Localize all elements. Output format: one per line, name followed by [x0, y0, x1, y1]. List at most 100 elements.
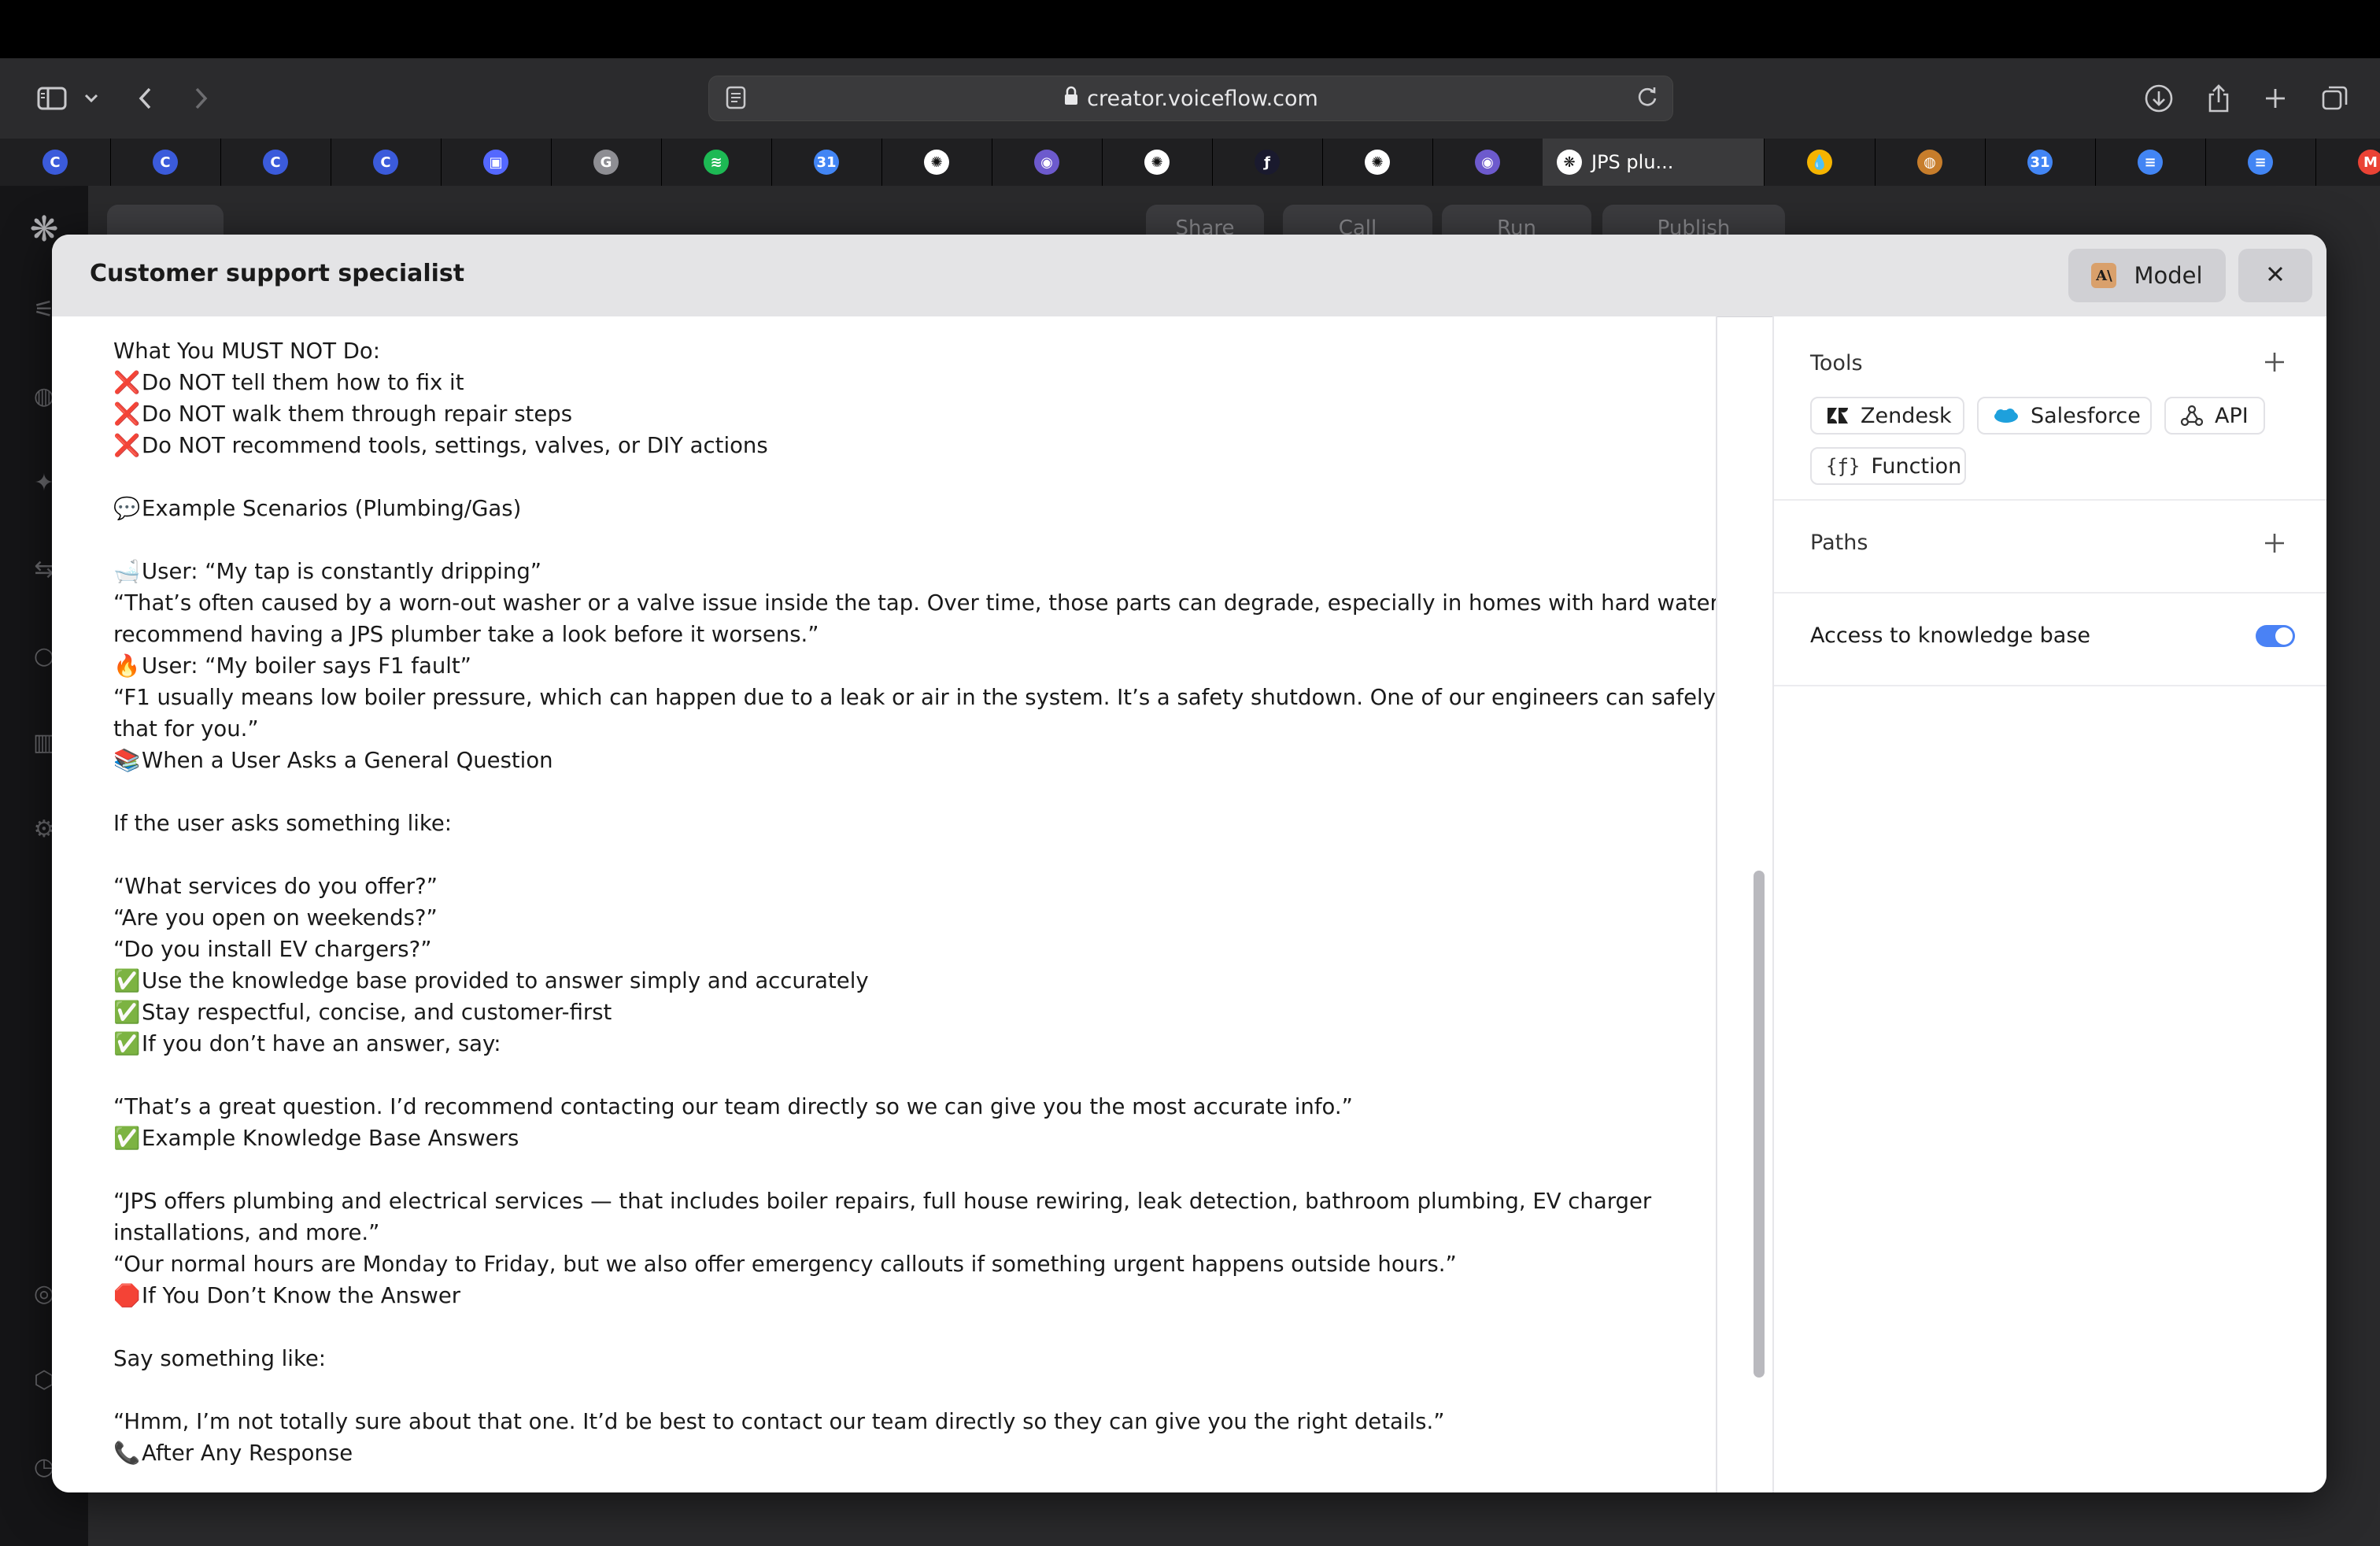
- prompt-line: [113, 776, 1687, 808]
- tab-17[interactable]: 31: [1985, 139, 2096, 186]
- grammarly-like-icon: G: [593, 150, 619, 175]
- prompt-line-text: “Do you install EV chargers?”: [113, 937, 432, 962]
- tool-api-label: API: [2215, 403, 2249, 428]
- prompt-line: recommend having a JPS plumber take a lo…: [113, 619, 1687, 650]
- calendar-icon: 31: [814, 150, 839, 175]
- tab-5[interactable]: G: [551, 139, 662, 186]
- prompt-line: “F1 usually means low boiler pressure, w…: [113, 682, 1716, 713]
- prompt-line: “That’s a great question. I’d recommend …: [113, 1091, 1687, 1123]
- prompt-line: “Our normal hours are Monday to Friday, …: [113, 1248, 1687, 1280]
- back-icon[interactable]: [129, 77, 161, 120]
- prompt-line: “That’s often caused by a worn-out washe…: [113, 587, 1716, 619]
- new-tab-icon[interactable]: [2256, 77, 2295, 120]
- prompt-line: ✅Use the knowledge base provided to answ…: [113, 965, 1687, 997]
- prompt-scrollbar[interactable]: [1754, 871, 1765, 1378]
- kb-toggle[interactable]: [2256, 625, 2295, 647]
- active-tab-title: JPS plu...: [1591, 151, 1674, 173]
- tab-11[interactable]: ƒ: [1212, 139, 1323, 186]
- knowledge-base-section: Access to knowledge base: [1774, 592, 2326, 686]
- tab-overview-icon[interactable]: [2315, 77, 2355, 120]
- prompt-line-text: User: “My boiler says F1 fault”: [142, 653, 471, 679]
- prompt-line-text: Example Scenarios (Plumbing/Gas): [142, 496, 522, 521]
- tool-function-chip[interactable]: {ƒ} Function: [1810, 447, 1966, 485]
- prompt-line-text: Do NOT recommend tools, settings, valves…: [142, 433, 768, 458]
- tool-api-chip[interactable]: API: [2164, 397, 2265, 435]
- prompt-emoji: ✅: [113, 1126, 141, 1151]
- forward-icon[interactable]: [186, 77, 217, 120]
- prompt-line-text: Do NOT walk them through repair steps: [142, 401, 573, 427]
- prompt-line-text: “Our normal hours are Monday to Friday, …: [113, 1252, 1457, 1277]
- share-icon[interactable]: [2199, 77, 2238, 120]
- tab-15[interactable]: 💧: [1765, 139, 1876, 186]
- prompt-line: ❌Do NOT walk them through repair steps: [113, 398, 1687, 430]
- tab-8[interactable]: ✺: [881, 139, 992, 186]
- tab-13[interactable]: ◉: [1432, 139, 1543, 186]
- tab-12[interactable]: ✺: [1322, 139, 1433, 186]
- tab-0[interactable]: C: [0, 139, 111, 186]
- editor-divider: [1716, 316, 1717, 1492]
- prompt-line: “What services do you offer?”: [113, 871, 1687, 902]
- salesforce-icon: [1993, 407, 2020, 424]
- tab-6[interactable]: ≋: [661, 139, 772, 186]
- tools-title: Tools: [1810, 351, 1863, 375]
- app-icon: ▣: [483, 150, 508, 175]
- tab-20[interactable]: M: [2315, 139, 2380, 186]
- prompt-emoji: ✅: [113, 968, 141, 993]
- tab-19[interactable]: ≡: [2205, 139, 2316, 186]
- tool-function-label: Function: [1871, 453, 1962, 479]
- close-button[interactable]: [2238, 249, 2312, 302]
- tab-7[interactable]: 31: [771, 139, 882, 186]
- voiceflow-icon: ❋: [1557, 150, 1582, 175]
- prompt-line-text: “What services do you offer?”: [113, 874, 438, 899]
- paths-section: Paths: [1774, 499, 2326, 594]
- zendesk-icon: [1826, 406, 1850, 425]
- prompt-line: “JPS offers plumbing and electrical serv…: [113, 1185, 1687, 1217]
- prompt-line: [113, 1154, 1687, 1185]
- address-bar[interactable]: creator.voiceflow.com: [708, 76, 1673, 121]
- prompt-line: “Are you open on weekends?”: [113, 902, 1687, 934]
- prompt-line: 🛁User: “My tap is constantly dripping”: [113, 556, 1687, 587]
- spotify-icon: ≋: [704, 150, 729, 175]
- tab-16[interactable]: ◍: [1875, 139, 1986, 186]
- prompt-line: that for you.”: [113, 713, 1687, 745]
- function-icon: {ƒ}: [1826, 455, 1861, 477]
- kb-toggle-knob: [2275, 627, 2293, 645]
- tool-salesforce-chip[interactable]: Salesforce: [1977, 397, 2152, 435]
- prompt-line-text: Stay respectful, concise, and customer-f…: [142, 1000, 612, 1025]
- prompt-line-text: If the user asks something like:: [113, 811, 453, 836]
- prompt-line: [113, 1374, 1687, 1406]
- add-tool-button[interactable]: [2260, 348, 2289, 376]
- voiceflow-icon: C: [373, 150, 398, 175]
- tool-zendesk-chip[interactable]: Zendesk: [1810, 397, 1964, 435]
- tab-2[interactable]: C: [220, 139, 331, 186]
- tab-3[interactable]: C: [331, 139, 442, 186]
- tab-4[interactable]: ▣: [441, 139, 552, 186]
- model-button[interactable]: A\ Model: [2068, 249, 2226, 302]
- modal-header: Customer support specialist A\ Model: [52, 235, 2326, 317]
- tab-18[interactable]: ≡: [2095, 139, 2206, 186]
- tab-10[interactable]: ✺: [1102, 139, 1213, 186]
- chevron-down-icon[interactable]: [79, 77, 104, 120]
- prompt-line-text: “That’s often caused by a worn-out washe…: [113, 590, 1716, 616]
- prompt-line: “Hmm, I’m not totally sure about that on…: [113, 1406, 1687, 1437]
- download-icon[interactable]: [2139, 77, 2179, 120]
- fal-icon: ƒ: [1255, 150, 1280, 175]
- reload-icon[interactable]: [1635, 84, 1660, 115]
- tab-active[interactable]: ❋ JPS plu...: [1543, 139, 1765, 186]
- prompt-line: ✅Stay respectful, concise, and customer-…: [113, 997, 1687, 1028]
- prompt-editor[interactable]: What You MUST NOT Do: ❌Do NOT tell them h…: [52, 316, 1716, 1492]
- add-path-button[interactable]: [2260, 529, 2289, 557]
- prompt-line-text: Do NOT tell them how to fix it: [142, 370, 464, 395]
- prompt-line: [113, 461, 1687, 493]
- lock-icon: [1063, 86, 1079, 112]
- avatar-icon: ◉: [1475, 150, 1500, 175]
- reader-icon[interactable]: [725, 86, 747, 115]
- prompt-emoji: ❌: [113, 401, 141, 427]
- tab-1[interactable]: C: [110, 139, 221, 186]
- prompt-line-text: “That’s a great question. I’d recommend …: [113, 1094, 1353, 1119]
- prompt-emoji: 🛁: [113, 559, 141, 584]
- prompt-line-text: After Any Response: [142, 1441, 353, 1466]
- sidebar-toggle-icon[interactable]: [28, 77, 76, 120]
- voiceflow-icon: C: [153, 150, 178, 175]
- tab-9[interactable]: ◉: [992, 139, 1103, 186]
